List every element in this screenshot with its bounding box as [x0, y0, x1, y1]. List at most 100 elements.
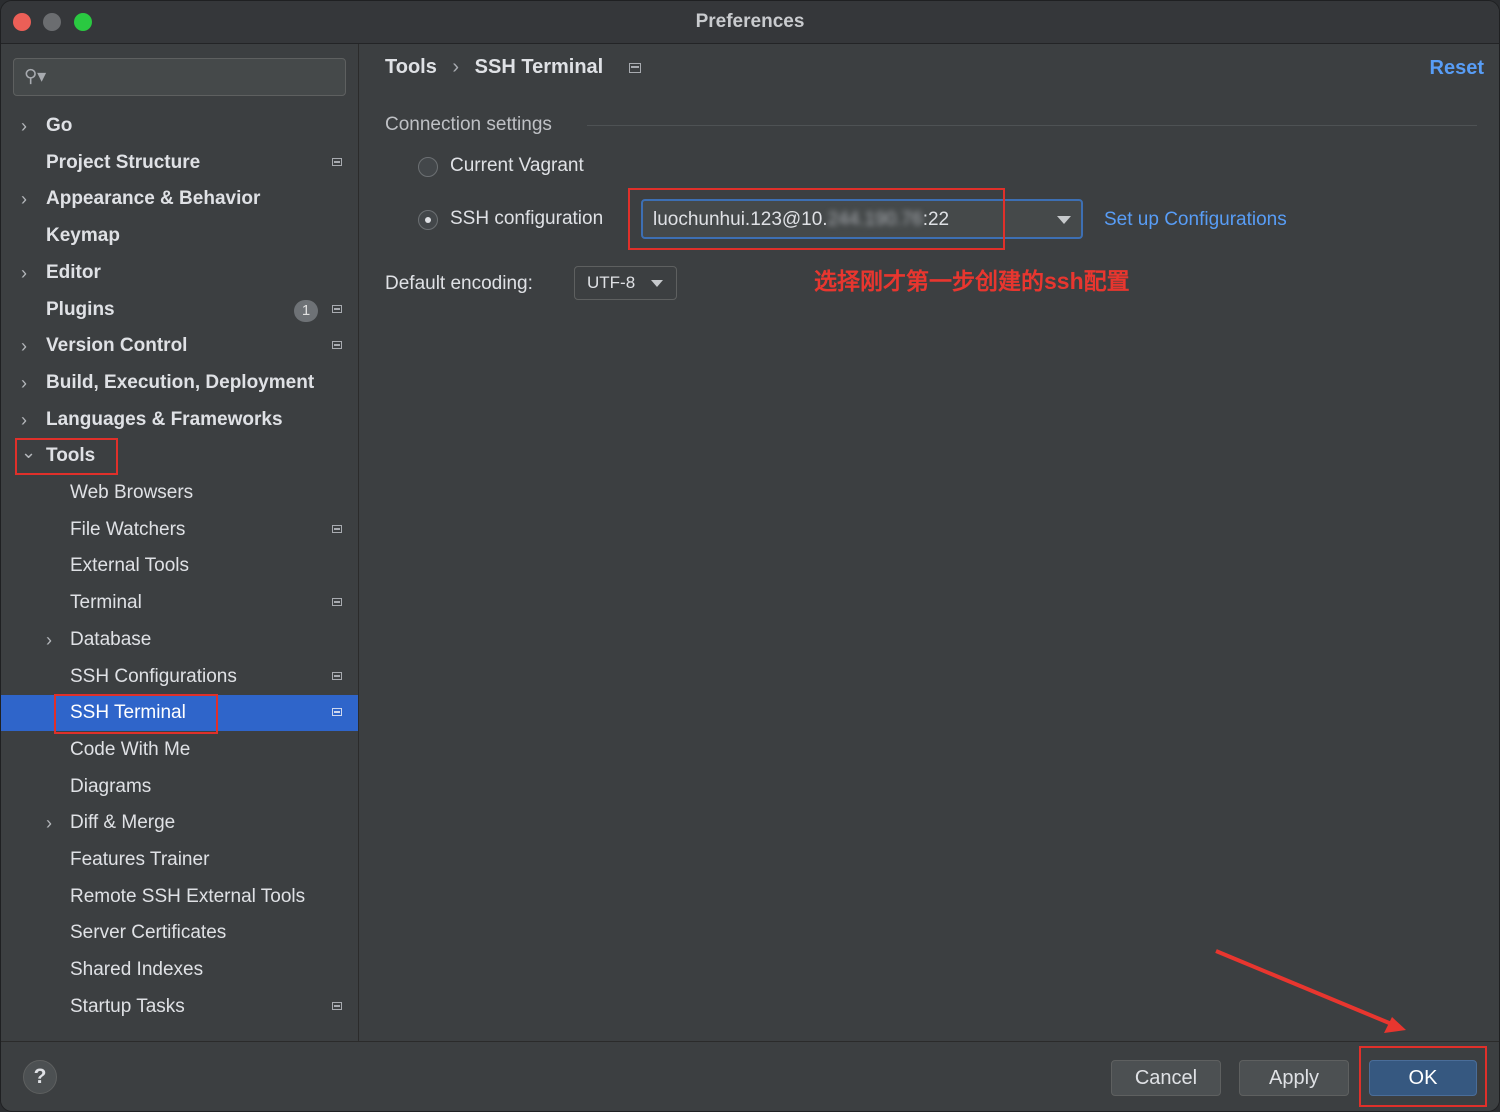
settings-content: Tools › SSH Terminal Reset Connection se… [359, 44, 1499, 1041]
sidebar-item-label: Code With Me [70, 739, 191, 760]
ssh-port: :22 [922, 209, 950, 230]
ssh-configuration-combobox[interactable]: luochunhui.123@10.244.190.76:22 [641, 199, 1083, 239]
default-encoding-value: UTF-8 [587, 273, 636, 292]
window-title: Preferences [695, 11, 805, 32]
ssh-host-redacted: 244.190.76 [827, 209, 923, 230]
chevron-right-icon[interactable]: › [46, 622, 52, 658]
default-encoding-select[interactable]: UTF-8 [574, 266, 677, 300]
annotation-text: 选择刚才第一步创建的ssh配置 [814, 268, 1130, 294]
sidebar-item-startup-tasks[interactable]: Startup Tasks [1, 989, 358, 1025]
sidebar-item-version-control[interactable]: › Version Control [1, 328, 358, 364]
settings-sidebar: ⚲▾ › Go Project Structure › Appearance & Beh… [1, 44, 359, 1041]
project-level-icon [332, 708, 342, 716]
chevron-right-icon[interactable]: › [21, 402, 27, 438]
current-vagrant-radio[interactable] [418, 157, 438, 177]
connection-settings-title: Connection settings [385, 114, 552, 135]
sidebar-item-server-certificates[interactable]: Server Certificates [1, 915, 358, 951]
sidebar-item-diagrams[interactable]: Diagrams [1, 769, 358, 805]
search-icon: ⚲▾ [24, 66, 47, 86]
project-level-icon [332, 305, 342, 313]
sidebar-item-go[interactable]: › Go [1, 108, 358, 144]
ok-button[interactable]: OK [1369, 1060, 1477, 1096]
sidebar-item-label: Remote SSH External Tools [70, 886, 306, 907]
sidebar-item-label: SSH Configurations [70, 666, 237, 687]
sidebar-item-label: Diagrams [70, 776, 152, 797]
chevron-right-icon[interactable]: › [21, 365, 27, 401]
ssh-configuration-label[interactable]: SSH configuration [450, 208, 603, 230]
dialog-footer: ? Cancel Apply OK [1, 1041, 1499, 1111]
sidebar-item-file-watchers[interactable]: File Watchers [1, 512, 358, 548]
sidebar-item-code-with-me[interactable]: Code With Me [1, 732, 358, 768]
project-level-icon [332, 158, 342, 166]
sidebar-item-label: Diff & Merge [70, 812, 176, 833]
sidebar-item-label: Editor [46, 262, 101, 283]
sidebar-item-languages-frameworks[interactable]: › Languages & Frameworks [1, 402, 358, 438]
sidebar-item-project-structure[interactable]: Project Structure [1, 145, 358, 181]
ssh-host-prefix: luochunhui.123@10. [653, 209, 828, 230]
project-level-icon [332, 598, 342, 606]
sidebar-item-diff-merge[interactable]: › Diff & Merge [1, 805, 358, 841]
project-level-icon [332, 1002, 342, 1010]
breadcrumb-current: SSH Terminal [474, 56, 604, 78]
cancel-button[interactable]: Cancel [1111, 1060, 1221, 1096]
sidebar-item-build-execution-deployment[interactable]: › Build, Execution, Deployment [1, 365, 358, 401]
sidebar-item-tools[interactable]: ⌄ Tools [1, 438, 358, 474]
settings-search-input[interactable]: ⚲▾ [13, 58, 346, 96]
sidebar-item-remote-ssh-external-tools[interactable]: Remote SSH External Tools [1, 879, 358, 915]
sidebar-item-web-browsers[interactable]: Web Browsers [1, 475, 358, 511]
chevron-down-icon[interactable] [1057, 216, 1071, 224]
chevron-right-icon[interactable]: › [46, 805, 52, 841]
sidebar-item-external-tools[interactable]: External Tools [1, 548, 358, 584]
preferences-window: Preferences ⚲▾ › Go Project Structure › Appe… [0, 0, 1500, 1112]
ssh-configuration-value: luochunhui.123@10.244.190.76:22 [653, 209, 949, 231]
project-level-icon [628, 62, 641, 73]
sidebar-item-label: Tools [46, 445, 96, 466]
project-level-icon [332, 525, 342, 533]
current-vagrant-label[interactable]: Current Vagrant [450, 155, 584, 177]
sidebar-item-label: Database [70, 629, 152, 650]
section-divider [587, 125, 1477, 126]
sidebar-item-label: Plugins [46, 299, 115, 320]
sidebar-item-label: Appearance & Behavior [46, 188, 261, 209]
set-up-configurations-link[interactable]: Set up Configurations [1104, 209, 1287, 231]
ssh-configuration-radio[interactable] [418, 210, 438, 230]
breadcrumb-parent[interactable]: Tools [385, 56, 437, 78]
sidebar-item-features-trainer[interactable]: Features Trainer [1, 842, 358, 878]
sidebar-item-label: Build, Execution, Deployment [46, 372, 315, 393]
chevron-right-icon[interactable]: › [21, 108, 27, 144]
chevron-right-icon[interactable]: › [21, 181, 27, 217]
breadcrumb-separator: › [452, 56, 460, 78]
update-count-badge: 1 [294, 300, 318, 322]
annotation-arrow-icon [1215, 949, 1406, 1033]
sidebar-item-label: Terminal [70, 592, 142, 613]
sidebar-item-label: Web Browsers [70, 482, 194, 503]
sidebar-item-label: External Tools [70, 555, 189, 576]
sidebar-item-terminal[interactable]: Terminal [1, 585, 358, 621]
chevron-down-icon[interactable]: ⌄ [21, 434, 36, 470]
sidebar-item-label: Server Certificates [70, 922, 227, 943]
help-button[interactable]: ? [23, 1060, 57, 1094]
project-level-icon [332, 672, 342, 680]
project-level-icon [332, 341, 342, 349]
sidebar-item-appearance-behavior[interactable]: › Appearance & Behavior [1, 181, 358, 217]
sidebar-item-ssh-terminal[interactable]: SSH Terminal [1, 695, 358, 731]
sidebar-item-label: Keymap [46, 225, 120, 246]
sidebar-item-plugins[interactable]: Plugins 1 [1, 292, 358, 328]
apply-button[interactable]: Apply [1239, 1060, 1349, 1096]
sidebar-item-label: Startup Tasks [70, 996, 185, 1017]
sidebar-item-label: Version Control [46, 335, 188, 356]
sidebar-item-label: Project Structure [46, 152, 201, 173]
sidebar-item-keymap[interactable]: Keymap [1, 218, 358, 254]
breadcrumb: Tools › SSH Terminal [385, 56, 651, 79]
sidebar-item-shared-indexes[interactable]: Shared Indexes [1, 952, 358, 988]
chevron-right-icon[interactable]: › [21, 328, 27, 364]
reset-link[interactable]: Reset [1430, 57, 1484, 80]
sidebar-item-editor[interactable]: › Editor [1, 255, 358, 291]
sidebar-item-database[interactable]: › Database [1, 622, 358, 658]
sidebar-item-label: Features Trainer [70, 849, 210, 870]
sidebar-item-label: Languages & Frameworks [46, 409, 283, 430]
sidebar-item-ssh-configurations[interactable]: SSH Configurations [1, 659, 358, 695]
title-bar: Preferences [1, 1, 1499, 44]
sidebar-item-label: Go [46, 115, 73, 136]
chevron-right-icon[interactable]: › [21, 255, 27, 291]
